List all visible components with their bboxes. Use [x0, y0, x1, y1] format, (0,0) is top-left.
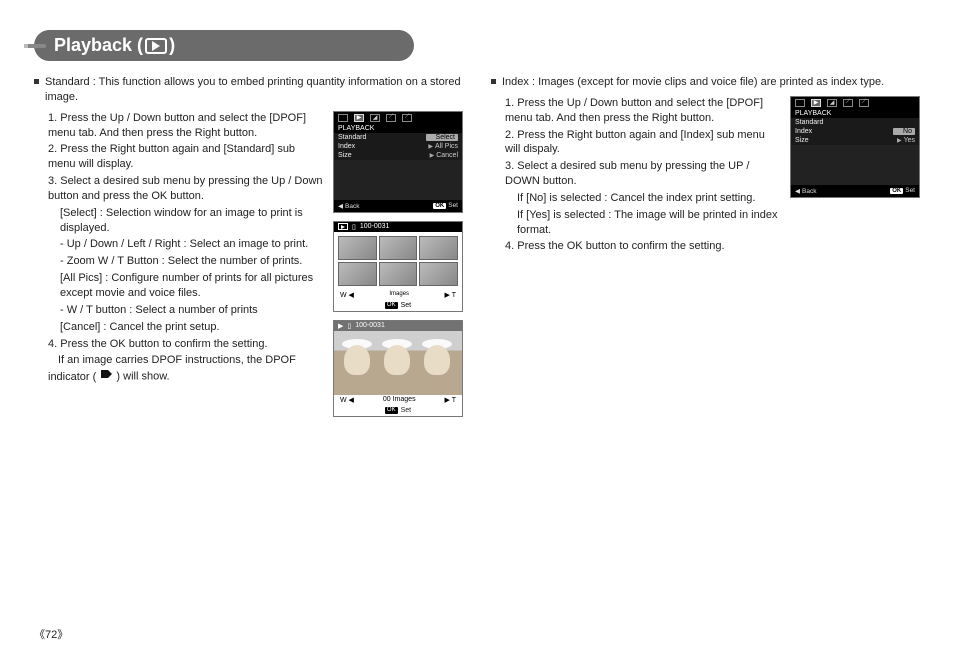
back-label: Back [338, 202, 359, 210]
dpof-indicator-icon [99, 368, 113, 385]
step-3-yes: If [Yes] is selected : The image will be… [505, 208, 780, 238]
step-2: 2. Press the Right button again and [Sta… [48, 142, 323, 172]
step-3-udlr: - Up / Down / Left / Right : Select an i… [48, 237, 323, 252]
menu-row: IndexAll Pics [334, 142, 462, 151]
play-tab-icon: ▶ [811, 99, 821, 107]
lcd-thumbnails: ▯100-0031 W ◀Images▶ T OKSet [333, 221, 463, 312]
title-suffix: ) [169, 35, 175, 56]
thumb [379, 236, 418, 260]
lcd-single-image: ▶▯100-0031 W ◀00 Images▶ T OKSet [333, 320, 463, 417]
ok-badge: OK [890, 188, 903, 194]
column-index: Index : Images (except for movie clips a… [491, 75, 920, 417]
play-icon: ▶ [338, 322, 343, 330]
heading-text: : This function allows you to embed prin… [45, 76, 461, 103]
tab-icon [338, 114, 348, 122]
step-4a: 4. Press the OK button to confirm the se… [48, 337, 323, 352]
step-3-zoom: - Zoom W / T Button : Select the number … [48, 254, 323, 269]
menu-row: SizeCancel [334, 151, 462, 160]
lcd-section: PLAYBACK [791, 109, 919, 118]
left-screens: ▶ ◢ ⟋ ⟋ PLAYBACK StandardSelect IndexAll… [333, 111, 463, 417]
ok-badge: OK [433, 203, 446, 209]
title-prefix: Playback ( [54, 35, 143, 56]
sound-icon: ◢ [370, 114, 380, 122]
menu-row: Standard [791, 118, 919, 127]
step-3: 3. Select a desired sub menu by pressing… [48, 174, 323, 204]
step-1: 1. Press the Up / Down button and select… [505, 96, 780, 126]
play-tab-icon: ▶ [354, 114, 364, 122]
step-4b: If an image carries DPOF instructions, t… [48, 353, 323, 385]
back-label: Back [795, 187, 816, 195]
heading-label: Standard [45, 76, 90, 88]
setup-icon: ⟋ [402, 114, 412, 122]
play-icon [145, 38, 167, 54]
step-2: 2. Press the Right button again and [Ind… [505, 128, 780, 158]
sound-icon: ◢ [827, 99, 837, 107]
tab-icon [795, 99, 805, 107]
thumb [338, 262, 377, 286]
setup-icon: ⟋ [859, 99, 869, 107]
lcd-menu-standard: ▶ ◢ ⟋ ⟋ PLAYBACK StandardSelect IndexAll… [333, 111, 463, 213]
column-standard: Standard : This function allows you to e… [34, 75, 463, 417]
step-4: 4. Press the OK button to confirm the se… [505, 239, 780, 254]
menu-row: IndexNo [791, 127, 919, 136]
heading-standard: Standard : This function allows you to e… [34, 75, 463, 105]
heading-index: Index : Images (except for movie clips a… [491, 75, 920, 90]
menu-row: SizeYes [791, 136, 919, 145]
step-3-no: If [No] is selected : Cancel the index p… [505, 191, 780, 206]
tool-icon: ⟋ [386, 114, 396, 122]
play-icon [338, 223, 348, 230]
step-1: 1. Press the Up / Down button and select… [48, 111, 323, 141]
step-3-cancel: [Cancel] : Cancel the print setup. [48, 320, 323, 335]
thumb [419, 236, 458, 260]
step-3-wt: - W / T button : Select a number of prin… [48, 303, 323, 318]
thumb [338, 236, 377, 260]
heading-label: Index [502, 76, 529, 88]
thumb [379, 262, 418, 286]
lcd-menu-index: ▶ ◢ ⟋ ⟋ PLAYBACK Standard IndexNo SizeYe… [790, 96, 920, 198]
tool-icon: ⟋ [843, 99, 853, 107]
bullet-icon [34, 79, 39, 84]
menu-row: StandardSelect [334, 133, 462, 142]
heading-text: : Images (except for movie clips and voi… [532, 76, 884, 88]
step-3-allpics: [All Pics] : Configure number of prints … [48, 271, 323, 301]
step-3-select: [Select] : Selection window for an image… [48, 206, 323, 236]
thumb [419, 262, 458, 286]
lcd-section: PLAYBACK [334, 124, 462, 133]
page-number: 72 [34, 626, 68, 642]
right-screens: ▶ ◢ ⟋ ⟋ PLAYBACK Standard IndexNo SizeYe… [790, 96, 920, 198]
bullet-icon [491, 79, 496, 84]
step-3: 3. Select a desired sub menu by pressing… [505, 159, 780, 189]
page-title: Playback ( ) [34, 30, 414, 61]
